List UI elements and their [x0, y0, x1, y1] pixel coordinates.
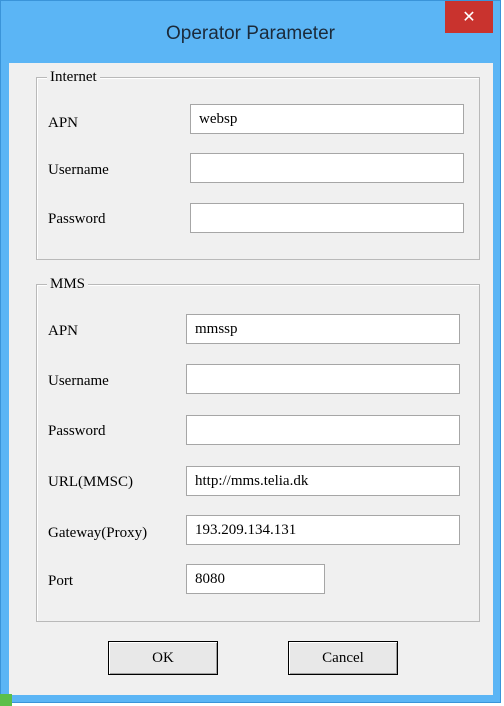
- mms-username-field[interactable]: [186, 364, 460, 394]
- mms-apn-field[interactable]: mmssp: [186, 314, 460, 344]
- mms-username-label: Username: [48, 373, 109, 389]
- window-title: Operator Parameter: [166, 23, 335, 44]
- dialog-client-area: Internet APN websp Username Password MMS…: [9, 63, 493, 695]
- mms-url-label: URL(MMSC): [48, 474, 134, 490]
- mms-gateway-field[interactable]: 193.209.134.131: [186, 515, 460, 545]
- cancel-button[interactable]: Cancel: [288, 641, 398, 675]
- close-icon[interactable]: ✕: [445, 1, 493, 33]
- internet-username-field[interactable]: [190, 153, 464, 183]
- background-corner: [0, 694, 12, 706]
- mms-url-field[interactable]: http://mms.telia.dk: [186, 466, 460, 496]
- internet-apn-field[interactable]: websp: [190, 104, 464, 134]
- mms-legend: MMS: [47, 276, 89, 292]
- mms-gateway-label: Gateway(Proxy): [48, 525, 148, 541]
- internet-apn-label: APN: [48, 115, 79, 131]
- internet-password-field[interactable]: [190, 203, 464, 233]
- mms-password-field[interactable]: [186, 415, 460, 445]
- ok-button[interactable]: OK: [108, 641, 218, 675]
- mms-password-label: Password: [48, 423, 106, 439]
- mms-port-field[interactable]: 8080: [186, 564, 325, 594]
- internet-password-label: Password: [48, 211, 106, 227]
- internet-username-label: Username: [48, 162, 109, 178]
- internet-legend: Internet: [47, 69, 100, 85]
- dialog-window: Operator Parameter ✕ Internet APN websp …: [0, 0, 501, 703]
- mms-apn-label: APN: [48, 323, 79, 339]
- mms-port-label: Port: [48, 573, 74, 589]
